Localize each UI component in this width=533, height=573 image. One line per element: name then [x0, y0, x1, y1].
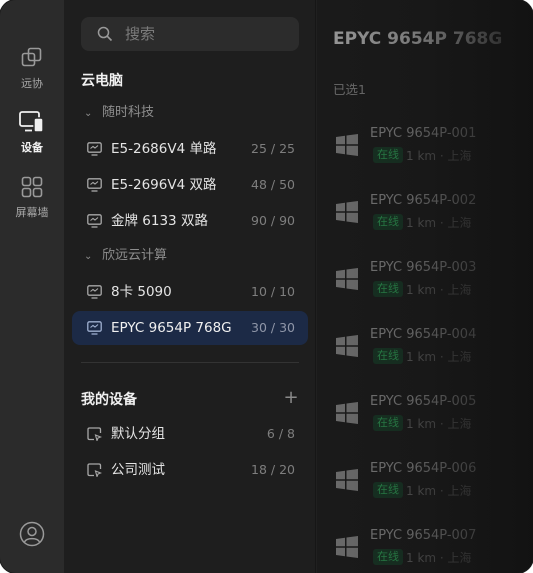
device-meta: 1 km · 上海	[406, 417, 472, 431]
device-meta: 1 km · 上海	[406, 350, 472, 364]
row-name: 默认分组	[111, 426, 165, 442]
status-badge: 在线	[373, 348, 403, 364]
user-avatar-icon[interactable]	[19, 521, 45, 547]
monitor-icon	[87, 142, 102, 156]
windows-icon	[336, 268, 358, 290]
section-title-cloud-pc: 云电脑	[81, 73, 123, 89]
monitor-icon	[87, 285, 102, 299]
rail-item-screen-wall[interactable]: 屏幕墙	[0, 175, 64, 220]
search-icon	[97, 26, 113, 42]
page-title: EPYC 9654P 768G	[333, 29, 503, 49]
device-row[interactable]: EPYC 9654P-003 在线 1 km · 上海	[317, 260, 533, 316]
device-meta: 1 km · 上海	[406, 484, 472, 498]
row-name: E5-2696V4 双路	[111, 177, 217, 193]
tree-row[interactable]: 金牌 6133 双路 90 / 90	[72, 204, 308, 238]
screen-wall-icon	[21, 176, 43, 198]
status-badge: 在线	[373, 415, 403, 431]
tree-row[interactable]: E5-2686V4 单路 25 / 25	[72, 132, 308, 166]
group-header-xinyuan[interactable]: ⌄ 欣远云计算	[84, 247, 167, 265]
device-name: EPYC 9654P-001	[370, 126, 477, 141]
row-name: 金牌 6133 双路	[111, 213, 208, 229]
device-name: EPYC 9654P-003	[370, 260, 477, 275]
device-meta: 1 km · 上海	[406, 149, 472, 163]
device-row[interactable]: EPYC 9654P-004 在线 1 km · 上海	[317, 327, 533, 383]
row-count: 10 / 10	[251, 284, 295, 299]
status-badge: 在线	[373, 214, 403, 230]
tree-row-selected[interactable]: EPYC 9654P 768G 30 / 30	[72, 311, 308, 345]
rail-label-screen-wall: 屏幕墙	[15, 206, 49, 219]
status-badge: 在线	[373, 147, 403, 163]
windows-icon	[336, 469, 358, 491]
device-name: EPYC 9654P-006	[370, 461, 477, 476]
row-name: E5-2686V4 单路	[111, 141, 217, 157]
device-list-panel: EPYC 9654P 768G 已选1 EPYC 9654P-001 在线 1 km…	[317, 0, 533, 573]
tree-row[interactable]: E5-2696V4 双路 48 / 50	[72, 168, 308, 202]
nav-rail: 远协 设备 屏幕墙	[0, 0, 64, 573]
rail-label-devices: 设备	[21, 141, 43, 154]
row-name: 公司测试	[111, 462, 165, 478]
rail-item-remote-assist[interactable]: 远协	[0, 46, 64, 91]
row-count: 6 / 8	[266, 426, 295, 441]
section-title-my-devices: 我的设备	[81, 392, 137, 408]
device-tree-sidebar: 云电脑 ⌄ 随时科技 E5-2686V4 单路 25 / 25 E5-2696V4…	[64, 0, 316, 573]
section-divider	[81, 362, 299, 363]
monitor-icon	[87, 178, 102, 192]
group-name: 随时科技	[102, 105, 155, 120]
windows-icon	[336, 134, 358, 156]
windows-icon	[336, 201, 358, 223]
row-name: EPYC 9654P 768G	[111, 320, 232, 336]
windows-icon	[336, 402, 358, 424]
row-count: 18 / 20	[251, 462, 295, 477]
rail-label-remote-assist: 远协	[21, 77, 43, 90]
chevron-down-icon: ⌄	[84, 251, 93, 262]
monitor-icon	[87, 214, 102, 228]
rail-item-devices[interactable]: 设备	[0, 110, 64, 155]
chevron-down-icon: ⌄	[84, 108, 93, 119]
folder-device-icon	[87, 427, 102, 441]
row-count: 30 / 30	[251, 320, 295, 335]
app-window: 远协 设备 屏幕墙 搜索 云电脑 ⌄ 随时科技 E5-2686V4 单路 25 …	[0, 0, 533, 573]
device-name: EPYC 9654P-004	[370, 327, 477, 342]
tree-row[interactable]: 8卡 5090 10 / 10	[72, 275, 308, 309]
device-meta: 1 km · 上海	[406, 283, 472, 297]
device-meta: 1 km · 上海	[406, 216, 472, 230]
device-row[interactable]: EPYC 9654P-005 在线 1 km · 上海	[317, 394, 533, 450]
device-name: EPYC 9654P-002	[370, 193, 477, 208]
add-group-icon[interactable]: +	[282, 389, 300, 407]
row-count: 25 / 25	[251, 141, 295, 156]
row-count: 90 / 90	[251, 213, 295, 228]
search-input[interactable]	[125, 17, 285, 51]
device-name: EPYC 9654P-007	[370, 528, 477, 543]
group-name: 欣远云计算	[102, 248, 168, 263]
device-row[interactable]: EPYC 9654P-002 在线 1 km · 上海	[317, 193, 533, 249]
row-name: 8卡 5090	[111, 284, 172, 300]
group-header-suishi[interactable]: ⌄ 随时科技	[84, 104, 154, 122]
devices-icon	[19, 111, 44, 133]
selection-count: 已选1	[333, 82, 366, 97]
tree-row[interactable]: 公司测试 18 / 20	[72, 453, 308, 487]
monitor-icon	[87, 321, 102, 335]
windows-icon	[336, 335, 358, 357]
device-row[interactable]: EPYC 9654P-001 在线 1 km · 上海	[317, 126, 533, 182]
device-meta: 1 km · 上海	[406, 551, 472, 565]
windows-icon	[336, 536, 358, 558]
remote-assist-icon	[21, 47, 42, 67]
device-row[interactable]: EPYC 9654P-006 在线 1 km · 上海	[317, 461, 533, 517]
status-badge: 在线	[373, 281, 403, 297]
tree-row[interactable]: 默认分组 6 / 8	[72, 417, 308, 451]
folder-device-icon	[87, 463, 102, 477]
device-name: EPYC 9654P-005	[370, 394, 477, 409]
row-count: 48 / 50	[251, 177, 295, 192]
status-badge: 在线	[373, 482, 403, 498]
device-row[interactable]: EPYC 9654P-007 在线 1 km · 上海	[317, 528, 533, 573]
status-badge: 在线	[373, 549, 403, 565]
search-box[interactable]	[81, 17, 299, 51]
